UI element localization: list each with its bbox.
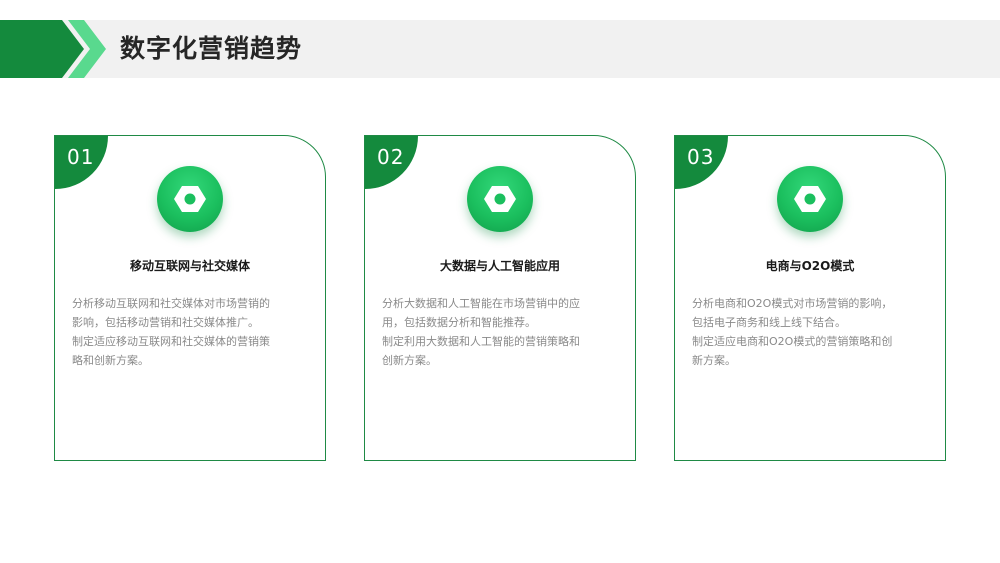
card-description: 分析移动互联网和社交媒体对市场营销的 影响，包括移动营销和社交媒体推广。 制定适… bbox=[72, 297, 270, 367]
card-number: 02 bbox=[377, 145, 405, 169]
card-number: 03 bbox=[687, 145, 715, 169]
card-title: 大数据与人工智能应用 bbox=[439, 259, 560, 273]
hex-nut-icon bbox=[467, 166, 533, 232]
card-mobile-social: 01 移动互联网与社交媒体 分析移动互联网和社交媒体对市场营销的 影响，包括移动… bbox=[54, 135, 326, 461]
hex-nut-icon bbox=[777, 166, 843, 232]
card-description: 分析电商和O2O模式对市场营销的影响， 包括电子商务和线上线下结合。 制定适应电… bbox=[692, 297, 893, 367]
card-number-corner: 01 bbox=[55, 136, 108, 189]
chevron-arrows-icon bbox=[0, 20, 106, 78]
card-number-corner: 02 bbox=[365, 136, 418, 189]
card-number-corner: 03 bbox=[675, 136, 728, 189]
card-number: 01 bbox=[67, 145, 95, 169]
hex-nut-icon bbox=[157, 166, 223, 232]
card-bigdata-ai: 02 大数据与人工智能应用 分析大数据和人工智能在市场营销中的应 用，包括数据分… bbox=[364, 135, 636, 461]
card-title: 电商与O2O模式 bbox=[765, 259, 855, 273]
card-description: 分析大数据和人工智能在市场营销中的应 用，包括数据分析和智能推荐。 制定利用大数… bbox=[382, 297, 580, 367]
card-ecommerce-o2o: 03 电商与O2O模式 分析电商和O2O模式对市场营销的影响， 包括电子商务和线… bbox=[674, 135, 946, 461]
card-title: 移动互联网与社交媒体 bbox=[129, 259, 250, 273]
page-title: 数字化营销趋势 bbox=[120, 34, 303, 63]
